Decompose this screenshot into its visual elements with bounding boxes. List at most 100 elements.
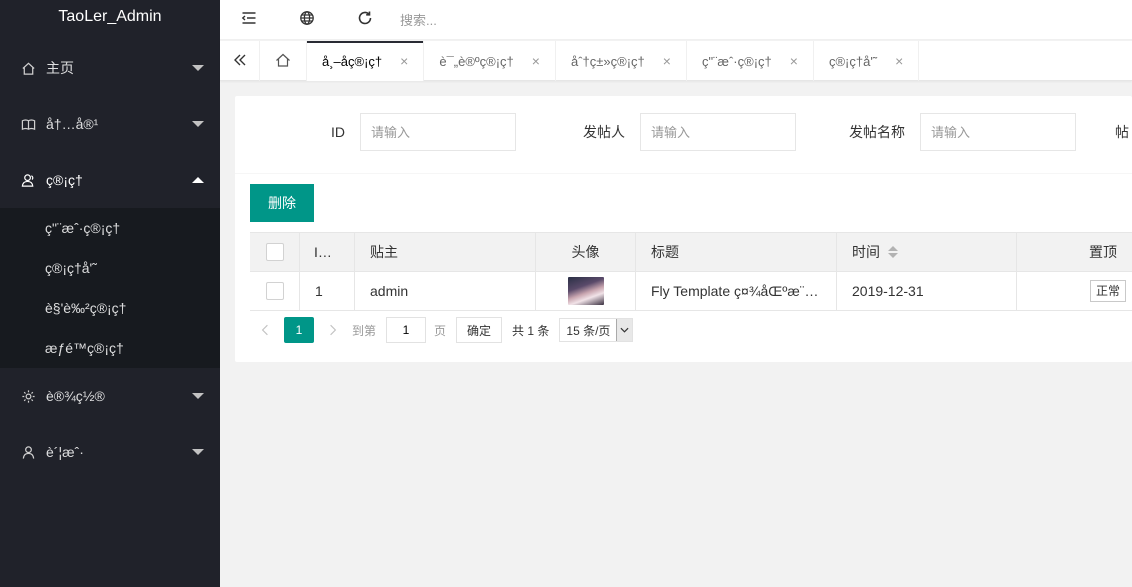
sidebar-item-label: è´¦æˆ· [46, 444, 84, 460]
sidebar-subitem-admins[interactable]: ç®¡ç†å'˜ [0, 248, 220, 288]
close-icon[interactable]: × [400, 53, 408, 69]
tab-label: å¸–å­ç®¡ç† [322, 53, 383, 69]
user-group-icon [20, 172, 36, 188]
home-icon [275, 52, 291, 71]
sidebar-item-content[interactable]: å†…å®¹ [0, 96, 220, 152]
chevron-down-icon [192, 121, 204, 127]
select-all-checkbox[interactable] [265, 243, 284, 261]
sort-icon[interactable] [888, 246, 898, 258]
row-checkbox[interactable] [265, 282, 284, 300]
sidebar-item-manage[interactable]: ç®¡ç† [0, 152, 220, 208]
close-icon[interactable]: × [532, 53, 540, 69]
select-all-cell [250, 232, 300, 272]
goto-label: 到第 [352, 323, 377, 338]
col-time-label: 时间 [852, 244, 880, 260]
sidebar-item-label: ç®¡ç† [46, 172, 83, 188]
prev-page-button[interactable] [250, 316, 280, 344]
table-header-row: I… 贴主 头像 标题 时间 置顶 [250, 232, 1132, 272]
next-page-button[interactable] [318, 316, 348, 344]
sidebar-subnav: ç"¨æˆ·ç®¡ç† ç®¡ç†å'˜ è§'è‰²ç®¡ç† æƒé™ç®¡… [0, 208, 220, 368]
top-header: 搜索... [220, 0, 1132, 40]
tab-bar: å¸–å­ç®¡ç† × è¯„è®ºç®¡ç† × åˆ†ç±»ç®¡ç† ×… [220, 41, 1132, 81]
poster-input[interactable] [640, 113, 796, 151]
tab-users[interactable]: ç"¨æˆ·ç®¡ç† × [687, 41, 814, 81]
cell-pin: 正常 [1017, 272, 1132, 311]
tab-posts[interactable]: å¸–å­ç®¡ç† × [307, 41, 425, 81]
close-icon[interactable]: × [895, 53, 903, 69]
refresh-button[interactable] [336, 0, 394, 40]
close-icon[interactable]: × [790, 53, 798, 69]
tabs-scroll-left-button[interactable] [220, 41, 260, 81]
chevron-up-icon [192, 177, 204, 183]
website-button[interactable] [278, 0, 336, 40]
filter-form: ID 发帖人 发帖名称 帖 [235, 96, 1132, 174]
close-icon[interactable]: × [663, 53, 671, 69]
chevron-down-icon [192, 65, 204, 71]
cell-avatar [536, 271, 636, 311]
col-id[interactable]: I… [300, 232, 355, 272]
menu-fold-icon [241, 10, 257, 29]
tab-label: ç®¡ç†å'˜ [828, 53, 878, 69]
globe-icon [299, 10, 315, 29]
sidebar-item-label: è®¾ç½® [46, 388, 105, 404]
sidebar-toggle-button[interactable] [220, 0, 278, 40]
pin-status-badge[interactable]: 正常 [1089, 280, 1126, 302]
title-label: 发帖名称 [849, 124, 905, 140]
total-count: 共 1 条 [512, 323, 550, 338]
tab-home[interactable] [260, 41, 307, 81]
sidebar-subitem-permissions[interactable]: æƒé™ç®¡ç† [0, 328, 220, 368]
tab-admins[interactable]: ç®¡ç†å'˜ × [814, 41, 920, 81]
col-pin[interactable]: 置顶 [1017, 233, 1132, 272]
sidebar-subitem-roles[interactable]: è§'è‰²ç®¡ç† [0, 288, 220, 328]
title-input[interactable] [920, 113, 1076, 151]
sidebar-item-settings[interactable]: è®¾ç½® [0, 368, 220, 424]
home-icon [20, 60, 36, 76]
delete-button[interactable]: 删除 [250, 184, 314, 222]
id-label: ID [331, 124, 345, 140]
sidebar-item-account[interactable]: è´¦æˆ· [0, 424, 220, 480]
table-row[interactable]: 1 admin Fly Template ç¤¾åŒºæ¨… 2019-12-3… [250, 271, 1132, 311]
cell-owner: admin [355, 271, 536, 311]
pagination: 1 到第 页 确定 共 1 条 15 条/页 [250, 310, 634, 350]
row-select-cell [250, 271, 300, 311]
sidebar-subitem-users[interactable]: ç"¨æˆ·ç®¡ç† [0, 208, 220, 248]
tab-categories[interactable]: åˆ†ç±»ç®¡ç† × [556, 41, 687, 81]
user-icon [20, 444, 36, 460]
tab-label: è¯„è®ºç®¡ç† [439, 53, 514, 69]
tab-label: ç"¨æˆ·ç®¡ç† [701, 53, 772, 69]
poster-label: 发帖人 [583, 124, 625, 140]
goto-page-input[interactable] [386, 317, 427, 343]
col-time[interactable]: 时间 [837, 232, 1017, 272]
current-page[interactable]: 1 [284, 317, 314, 343]
cell-title[interactable]: Fly Template ç¤¾åŒºæ¨… [636, 271, 837, 311]
sidebar-item-home[interactable]: 主页 [0, 40, 220, 96]
per-page-value: 15 条/页 [566, 323, 611, 338]
avatar [567, 277, 604, 305]
cell-id: 1 [300, 271, 355, 311]
id-input[interactable] [360, 113, 516, 151]
book-icon [20, 116, 36, 132]
tab-label: åˆ†ç±»ç®¡ç† [570, 53, 645, 69]
goto-confirm-button[interactable]: 确定 [456, 317, 503, 343]
header-search[interactable]: 搜索... [400, 10, 437, 29]
cell-time: 2019-12-31 [837, 271, 1017, 311]
page-unit-label: 页 [434, 323, 447, 338]
refresh-icon [357, 10, 373, 29]
posts-table: I… 贴主 头像 标题 时间 置顶 1 admin Fly Template ç… [250, 232, 1132, 311]
double-chevron-left-icon [232, 52, 248, 71]
sidebar-item-label: 主页 [46, 60, 74, 76]
chevron-down-icon [616, 319, 633, 341]
per-page-select[interactable]: 15 条/页 [559, 318, 634, 342]
chevron-down-icon [192, 449, 204, 455]
posts-panel: ID 发帖人 发帖名称 帖 删除 I… 贴主 头像 标题 时间 置顶 [235, 96, 1132, 362]
tab-comments[interactable]: è¯„è®ºç®¡ç† × [424, 41, 556, 81]
col-owner[interactable]: 贴主 [355, 232, 536, 272]
col-avatar[interactable]: 头像 [536, 232, 636, 272]
chevron-down-icon [192, 393, 204, 399]
sidebar-item-label: å†…å®¹ [46, 116, 99, 132]
col-title[interactable]: 标题 [636, 232, 837, 272]
sidebar: TaoLer_Admin 主页 å†…å®¹ ç®¡ç† ç"¨æˆ·ç®¡ç†… [0, 0, 220, 587]
extra-filter-label: 帖 [1115, 124, 1129, 140]
app-logo[interactable]: TaoLer_Admin [0, 0, 220, 34]
gear-icon [20, 388, 36, 404]
